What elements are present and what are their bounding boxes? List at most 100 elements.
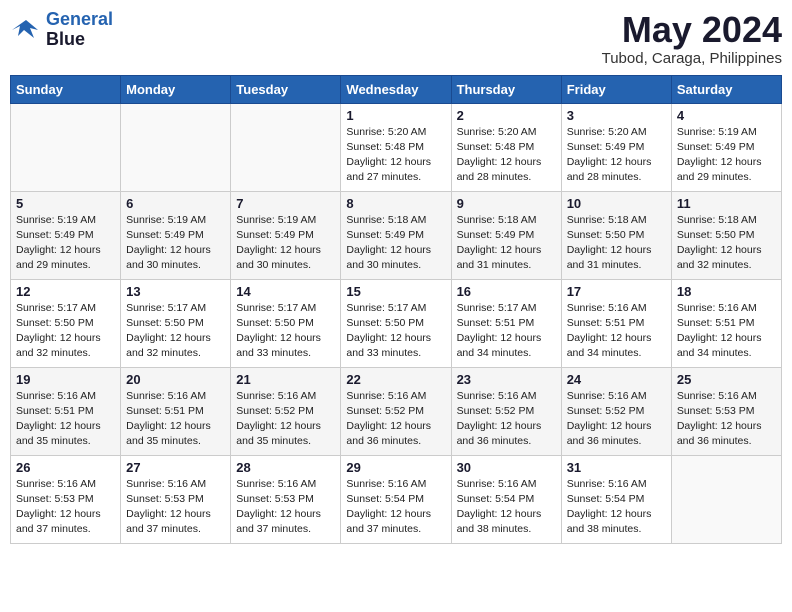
day-number: 3 — [567, 108, 666, 123]
day-info: Sunrise: 5:16 AM Sunset: 5:51 PM Dayligh… — [567, 301, 666, 362]
calendar-subtitle: Tubod, Caraga, Philippines — [602, 50, 782, 67]
day-number: 25 — [677, 372, 776, 387]
calendar-week-5: 26 Sunrise: 5:16 AM Sunset: 5:53 PM Dayli… — [11, 455, 782, 543]
day-info: Sunrise: 5:16 AM Sunset: 5:53 PM Dayligh… — [126, 477, 225, 538]
day-number: 20 — [126, 372, 225, 387]
calendar-cell: 21 Sunrise: 5:16 AM Sunset: 5:52 PM Dayli… — [231, 367, 341, 455]
calendar-cell: 30 Sunrise: 5:16 AM Sunset: 5:54 PM Dayli… — [451, 455, 561, 543]
calendar-cell: 9 Sunrise: 5:18 AM Sunset: 5:49 PM Daylig… — [451, 191, 561, 279]
day-info: Sunrise: 5:16 AM Sunset: 5:51 PM Dayligh… — [677, 301, 776, 362]
calendar-cell: 24 Sunrise: 5:16 AM Sunset: 5:52 PM Dayli… — [561, 367, 671, 455]
calendar-cell: 16 Sunrise: 5:17 AM Sunset: 5:51 PM Dayli… — [451, 279, 561, 367]
calendar-cell: 31Sunrise: 5:16 AM Sunset: 5:54 PM Dayli… — [561, 455, 671, 543]
weekday-header-tuesday: Tuesday — [231, 75, 341, 103]
day-number: 28 — [236, 460, 335, 475]
day-info: Sunrise: 5:16 AM Sunset: 5:54 PM Dayligh… — [346, 477, 445, 538]
day-info: Sunrise: 5:19 AM Sunset: 5:49 PM Dayligh… — [126, 213, 225, 274]
weekday-header-monday: Monday — [121, 75, 231, 103]
day-info: Sunrise: 5:17 AM Sunset: 5:51 PM Dayligh… — [457, 301, 556, 362]
day-number: 6 — [126, 196, 225, 211]
day-info: Sunrise: 5:16 AM Sunset: 5:52 PM Dayligh… — [457, 389, 556, 450]
calendar-cell: 22Sunrise: 5:16 AM Sunset: 5:52 PM Dayli… — [341, 367, 451, 455]
calendar-week-3: 12 Sunrise: 5:17 AM Sunset: 5:50 PM Dayli… — [11, 279, 782, 367]
calendar-title: May 2024 — [602, 10, 782, 50]
day-number: 13 — [126, 284, 225, 299]
calendar-cell: 17 Sunrise: 5:16 AM Sunset: 5:51 PM Dayli… — [561, 279, 671, 367]
logo: GeneralBlue — [10, 10, 113, 50]
day-number: 14 — [236, 284, 335, 299]
day-number: 17 — [567, 284, 666, 299]
day-info: Sunrise: 5:16 AM Sunset: 5:53 PM Dayligh… — [236, 477, 335, 538]
calendar-cell: 1 Sunrise: 5:20 AM Sunset: 5:48 PM Daylig… — [341, 103, 451, 191]
day-info: Sunrise: 5:16 AM Sunset: 5:53 PM Dayligh… — [16, 477, 115, 538]
weekday-header-saturday: Saturday — [671, 75, 781, 103]
day-number: 12 — [16, 284, 115, 299]
weekday-header-sunday: Sunday — [11, 75, 121, 103]
logo-icon — [10, 16, 42, 44]
calendar-cell: 19 Sunrise: 5:16 AM Sunset: 5:51 PM Dayli… — [11, 367, 121, 455]
day-info: Sunrise: 5:18 AM Sunset: 5:49 PM Dayligh… — [457, 213, 556, 274]
day-number: 24 — [567, 372, 666, 387]
calendar-cell: 18 Sunrise: 5:16 AM Sunset: 5:51 PM Dayli… — [671, 279, 781, 367]
day-number: 26 — [16, 460, 115, 475]
calendar-cell: 14 Sunrise: 5:17 AM Sunset: 5:50 PM Dayli… — [231, 279, 341, 367]
calendar-cell — [11, 103, 121, 191]
day-number: 29 — [346, 460, 445, 475]
day-info: Sunrise: 5:20 AM Sunset: 5:49 PM Dayligh… — [567, 125, 666, 186]
day-number: 16 — [457, 284, 556, 299]
weekday-header-wednesday: Wednesday — [341, 75, 451, 103]
day-info: Sunrise: 5:16 AM Sunset: 5:54 PM Dayligh… — [457, 477, 556, 538]
calendar-cell: 15Sunrise: 5:17 AM Sunset: 5:50 PM Dayli… — [341, 279, 451, 367]
day-info: Sunrise: 5:19 AM Sunset: 5:49 PM Dayligh… — [236, 213, 335, 274]
day-number: 7 — [236, 196, 335, 211]
day-number: 19 — [16, 372, 115, 387]
day-info: Sunrise: 5:16 AM Sunset: 5:53 PM Dayligh… — [677, 389, 776, 450]
day-info: Sunrise: 5:18 AM Sunset: 5:50 PM Dayligh… — [567, 213, 666, 274]
calendar-cell: 8 Sunrise: 5:18 AM Sunset: 5:49 PM Daylig… — [341, 191, 451, 279]
calendar-cell: 27 Sunrise: 5:16 AM Sunset: 5:53 PM Dayli… — [121, 455, 231, 543]
day-info: Sunrise: 5:17 AM Sunset: 5:50 PM Dayligh… — [16, 301, 115, 362]
day-info: Sunrise: 5:18 AM Sunset: 5:49 PM Dayligh… — [346, 213, 445, 274]
calendar-header: GeneralBlue May 2024 Tubod, Caraga, Phil… — [10, 10, 782, 67]
calendar-cell: 13 Sunrise: 5:17 AM Sunset: 5:50 PM Dayli… — [121, 279, 231, 367]
day-number: 5 — [16, 196, 115, 211]
calendar-cell — [121, 103, 231, 191]
day-info: Sunrise: 5:17 AM Sunset: 5:50 PM Dayligh… — [236, 301, 335, 362]
title-block: May 2024 Tubod, Caraga, Philippines — [602, 10, 782, 67]
day-info: Sunrise: 5:16 AM Sunset: 5:52 PM Dayligh… — [236, 389, 335, 450]
calendar-cell: 2Sunrise: 5:20 AM Sunset: 5:48 PM Daylig… — [451, 103, 561, 191]
day-info: Sunrise: 5:17 AM Sunset: 5:50 PM Dayligh… — [126, 301, 225, 362]
day-number: 22 — [346, 372, 445, 387]
calendar-cell: 11Sunrise: 5:18 AM Sunset: 5:50 PM Dayli… — [671, 191, 781, 279]
calendar-cell: 12 Sunrise: 5:17 AM Sunset: 5:50 PM Dayli… — [11, 279, 121, 367]
day-number: 21 — [236, 372, 335, 387]
day-info: Sunrise: 5:16 AM Sunset: 5:52 PM Dayligh… — [567, 389, 666, 450]
day-info: Sunrise: 5:17 AM Sunset: 5:50 PM Dayligh… — [346, 301, 445, 362]
calendar-table: SundayMondayTuesdayWednesdayThursdayFrid… — [10, 75, 782, 544]
calendar-cell: 7 Sunrise: 5:19 AM Sunset: 5:49 PM Daylig… — [231, 191, 341, 279]
day-number: 8 — [346, 196, 445, 211]
calendar-cell: 26 Sunrise: 5:16 AM Sunset: 5:53 PM Dayli… — [11, 455, 121, 543]
day-number: 10 — [567, 196, 666, 211]
day-number: 30 — [457, 460, 556, 475]
day-number: 18 — [677, 284, 776, 299]
calendar-cell: 5 Sunrise: 5:19 AM Sunset: 5:49 PM Daylig… — [11, 191, 121, 279]
day-info: Sunrise: 5:20 AM Sunset: 5:48 PM Dayligh… — [457, 125, 556, 186]
calendar-cell: 23 Sunrise: 5:16 AM Sunset: 5:52 PM Dayli… — [451, 367, 561, 455]
calendar-cell: 4Sunrise: 5:19 AM Sunset: 5:49 PM Daylig… — [671, 103, 781, 191]
day-info: Sunrise: 5:19 AM Sunset: 5:49 PM Dayligh… — [677, 125, 776, 186]
day-number: 27 — [126, 460, 225, 475]
weekday-header-friday: Friday — [561, 75, 671, 103]
day-number: 23 — [457, 372, 556, 387]
day-number: 1 — [346, 108, 445, 123]
calendar-week-2: 5 Sunrise: 5:19 AM Sunset: 5:49 PM Daylig… — [11, 191, 782, 279]
day-info: Sunrise: 5:16 AM Sunset: 5:51 PM Dayligh… — [16, 389, 115, 450]
calendar-cell: 20Sunrise: 5:16 AM Sunset: 5:51 PM Dayli… — [121, 367, 231, 455]
day-info: Sunrise: 5:20 AM Sunset: 5:48 PM Dayligh… — [346, 125, 445, 186]
day-number: 9 — [457, 196, 556, 211]
calendar-cell — [231, 103, 341, 191]
day-info: Sunrise: 5:19 AM Sunset: 5:49 PM Dayligh… — [16, 213, 115, 274]
weekday-header-thursday: Thursday — [451, 75, 561, 103]
calendar-cell: 29 Sunrise: 5:16 AM Sunset: 5:54 PM Dayli… — [341, 455, 451, 543]
logo-text: GeneralBlue — [46, 10, 113, 50]
